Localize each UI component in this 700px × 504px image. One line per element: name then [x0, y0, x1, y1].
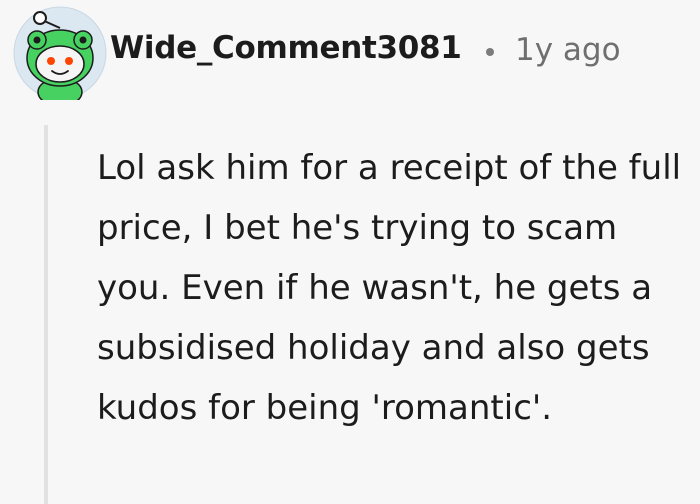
- username-link[interactable]: Wide_Comment3081: [110, 33, 462, 64]
- comment-timestamp[interactable]: 1y ago: [515, 35, 621, 66]
- user-avatar[interactable]: [13, 6, 107, 107]
- snoo-frog-hood-avatar-icon: [13, 6, 107, 107]
- thread-line[interactable]: [44, 125, 48, 504]
- separator-dot: [486, 48, 494, 56]
- comment: Wide_Comment3081 1y ago Lol ask him for …: [0, 0, 700, 504]
- comment-body: Lol ask him for a receipt of the full pr…: [97, 148, 682, 428]
